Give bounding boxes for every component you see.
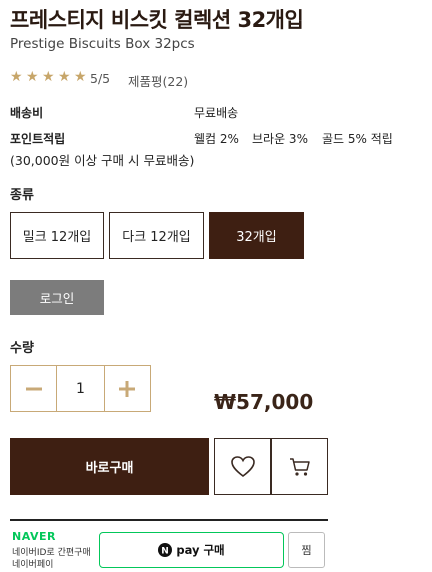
naverpay-name: 네이버페이 [12,560,54,570]
plus-icon [119,380,136,397]
heart-icon [230,455,255,477]
rating-stars: ★ ★ ★ ★ ★ [10,70,89,85]
points-welcome: 웰컴 2% [194,132,239,146]
option-milk-12[interactable]: 밀크 12개입 [10,212,104,259]
review-link[interactable]: 제품평(22) [128,71,188,90]
product-price: ₩57,000 [214,390,314,414]
wishlist-button[interactable] [214,438,271,495]
star-icon: ★ [10,69,23,85]
naverpay-buy-label: pay 구매 [176,543,225,557]
option-dark-12[interactable]: 다크 12개입 [109,212,204,259]
option-32[interactable]: 32개입 [209,212,304,259]
star-icon: ★ [26,69,39,85]
svg-text:N: N [162,547,170,557]
option-label-text: 밀크 12개입 [22,230,92,245]
option-label: 종류 [10,188,34,203]
points-gold: 골드 5% 적립 [322,132,393,146]
naver-logo: NAVER [12,530,56,543]
cart-button[interactable] [271,438,328,495]
free-shipping-note: (30,000원 이상 구매 시 무료배송) [10,153,195,168]
npay-n-icon: N [158,543,173,557]
points-brown: 브라운 3% [252,132,308,146]
points-label: 포인트적립 [10,132,66,146]
quantity-label: 수량 [10,341,34,356]
quantity-stepper: 1 [10,365,151,412]
product-subtitle: Prestige Biscuits Box 32pcs [10,36,195,52]
quantity-increase-button[interactable] [105,366,150,411]
option-label-text: 32개입 [236,230,277,245]
star-icon: ★ [74,69,87,85]
cart-icon [289,457,310,476]
naverpay-buy-button[interactable]: N pay 구매 [99,532,284,568]
product-title: 프레스티지 비스킷 컬렉션 32개입 [10,8,304,32]
rating-value: 5/5 [90,71,111,86]
minus-icon [25,387,42,390]
buy-now-button[interactable]: 바로구매 [10,438,209,495]
login-button[interactable]: 로그인 [10,280,104,315]
star-icon: ★ [42,69,55,85]
option-label-text: 다크 12개입 [122,230,191,245]
naverpay-divider [10,519,328,521]
quantity-input[interactable]: 1 [56,366,105,411]
shipping-value: 무료배송 [194,106,239,120]
naverpay-wish-button[interactable]: 찜 [288,532,325,568]
quantity-decrease-button[interactable] [11,366,56,411]
star-icon: ★ [58,69,71,85]
shipping-label: 배송비 [10,106,44,120]
